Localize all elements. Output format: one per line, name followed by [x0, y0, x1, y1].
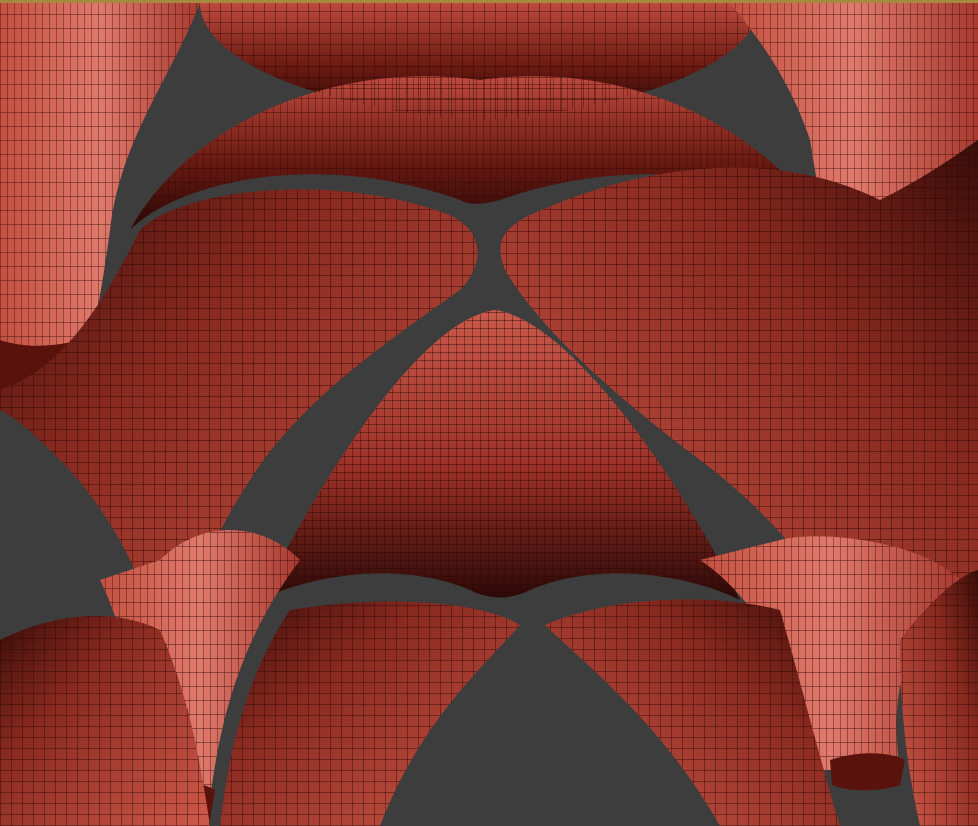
3d-viewport[interactable] [0, 0, 978, 826]
viewport-active-border [0, 0, 978, 3]
viewport-canvas[interactable] [0, 0, 978, 826]
bottom-left-wing-shell[interactable] [0, 601, 520, 826]
